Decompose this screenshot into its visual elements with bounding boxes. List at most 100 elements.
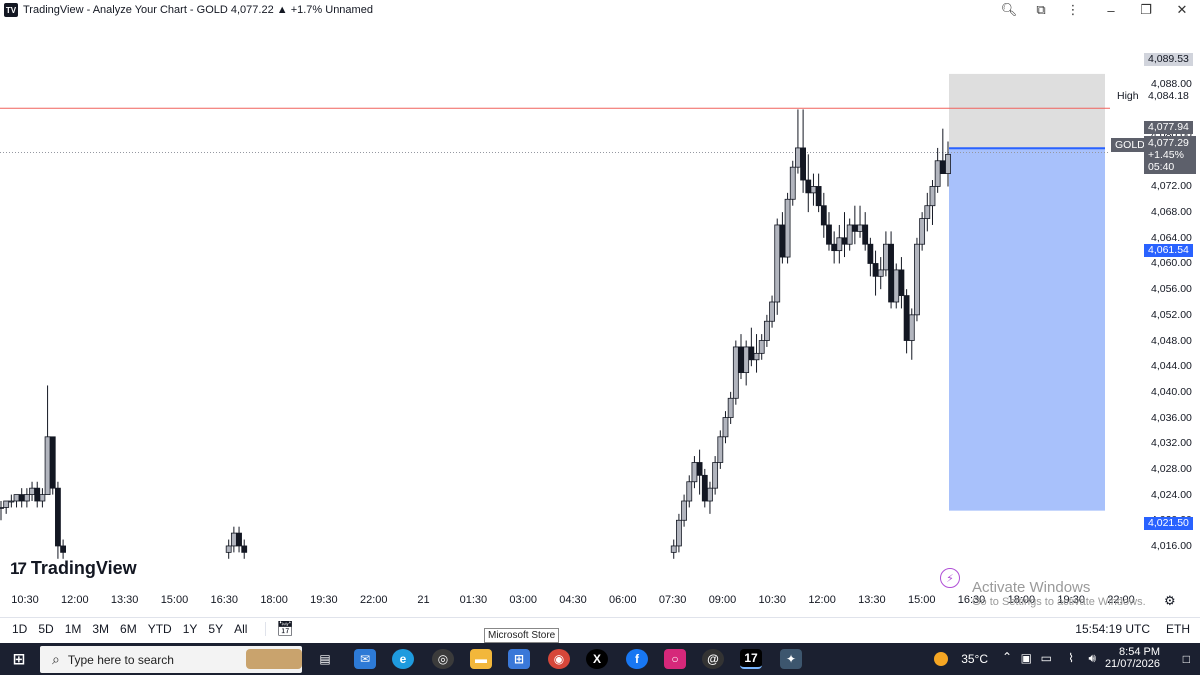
candle-body: [919, 218, 926, 245]
candle-body: [857, 224, 863, 232]
price-tick-label: 4,072.00: [1151, 180, 1192, 193]
maximize-button[interactable]: ❐: [1131, 0, 1161, 20]
date-range-icon[interactable]: 📅︎: [276, 620, 294, 637]
price-tick-label: 4,024.00: [1151, 488, 1192, 501]
activate-title: Activate Windows: [972, 579, 1091, 596]
range-button[interactable]: 5Y: [208, 622, 223, 636]
mail-icon[interactable]: ✉: [354, 649, 376, 669]
candle-body: [753, 352, 760, 361]
weather-temp[interactable]: 35°C: [961, 652, 988, 666]
candle-body: [774, 224, 781, 303]
range-button[interactable]: YTD: [148, 622, 172, 636]
wifi-icon[interactable]: ⌇: [1068, 651, 1074, 665]
current-price-tag: 4,077.29 +1.45% 05:40: [1144, 136, 1196, 174]
candle-body: [0, 507, 4, 509]
lightning-icon[interactable]: ⚡︎: [940, 568, 960, 588]
task-view-icon[interactable]: ▤: [314, 649, 336, 669]
candle-body: [758, 340, 765, 354]
candle-body: [49, 436, 56, 489]
time-tick-label: 22:00: [359, 594, 388, 606]
battery-icon[interactable]: ▭: [1041, 651, 1052, 665]
facebook-icon[interactable]: f: [626, 649, 648, 669]
search-highlight-image[interactable]: [246, 649, 302, 669]
watermark-text: TradingView: [30, 558, 137, 578]
edge-icon[interactable]: e: [392, 649, 414, 669]
threads-icon[interactable]: @: [702, 649, 724, 669]
time-tick-label: 10:30: [11, 594, 39, 606]
stop-price-tag: 4,077.94: [1144, 121, 1193, 134]
candle-body: [732, 346, 739, 399]
time-tick-label: 04:30: [559, 594, 587, 606]
x-twitter-icon[interactable]: X: [586, 649, 608, 669]
candle-body: [686, 481, 693, 502]
time-tick-label: 12:00: [808, 594, 836, 606]
candle-body: [805, 179, 812, 194]
candle-body: [681, 500, 687, 521]
chrome-icon[interactable]: ◉: [548, 649, 570, 669]
notification-icon[interactable]: □: [1183, 652, 1190, 666]
microsoft-store-icon[interactable]: ⊞: [508, 649, 530, 669]
chrome-profile-icon[interactable]: ◎: [432, 649, 454, 669]
taskbar-time: 8:54 PM: [1119, 646, 1160, 658]
candle-body: [225, 545, 232, 553]
target-price-tag: 4,021.50: [1144, 517, 1193, 530]
network-icon[interactable]: ▣: [1021, 651, 1032, 665]
more-menu-icon[interactable]: ⋮: [1058, 0, 1088, 20]
windows-start-icon[interactable]: ⊞: [8, 649, 30, 669]
settings-gear-icon[interactable]: ⚙: [1164, 593, 1180, 609]
toolbar-divider: [265, 621, 267, 636]
candle-body: [55, 487, 61, 547]
candle-body: [831, 243, 838, 252]
range-button[interactable]: 1D: [12, 622, 27, 636]
candle-body: [903, 295, 910, 341]
time-tick-label: 10:30: [758, 594, 787, 606]
candle-body: [934, 160, 941, 187]
candle-body: [44, 436, 51, 495]
candle-body: [815, 186, 822, 207]
instagram-icon[interactable]: ○: [664, 649, 686, 669]
search-icon: ⌕: [52, 651, 60, 667]
entry-price-tag: 4,061.54: [1144, 244, 1193, 257]
price-tick-label: 4,056.00: [1151, 283, 1192, 296]
currency-label[interactable]: ETH: [1166, 622, 1190, 636]
high-label: High: [1117, 90, 1139, 102]
candle-body: [945, 153, 951, 175]
extensions-icon[interactable]: ⧉: [1026, 0, 1056, 20]
price-chart[interactable]: [0, 22, 1110, 588]
candle-body: [748, 346, 755, 361]
range-button[interactable]: 6M: [120, 622, 137, 636]
range-button[interactable]: 1Y: [183, 622, 198, 636]
candle-body: [924, 205, 931, 219]
title-bar: TV TradingView - Analyze Your Chart - GO…: [0, 0, 1200, 20]
volume-icon[interactable]: 🔊︎: [1088, 651, 1096, 666]
utc-clock[interactable]: 15:54:19 UTC: [1075, 622, 1150, 636]
file-explorer-icon[interactable]: ▬: [470, 649, 492, 669]
range-button[interactable]: 1M: [65, 622, 82, 636]
taskbar-clock[interactable]: 8:54 PM 21/07/2026: [1105, 646, 1160, 670]
candle-body: [670, 545, 677, 553]
weather-icon[interactable]: [934, 652, 948, 666]
search-icon[interactable]: 🔍︎: [994, 0, 1024, 20]
candle-body: [841, 237, 848, 245]
app-icon[interactable]: ✦: [780, 649, 802, 669]
price-tick-label: 4,060.00: [1151, 257, 1192, 270]
chevron-up-icon[interactable]: ⌃: [1002, 650, 1012, 664]
range-button[interactable]: All: [234, 622, 247, 636]
minimize-button[interactable]: –: [1096, 0, 1126, 20]
candle-body: [789, 166, 796, 200]
candle-body: [883, 243, 889, 271]
close-button[interactable]: ✕: [1167, 0, 1197, 20]
time-tick-label: 15:00: [907, 594, 936, 606]
time-tick-label: 18:00: [260, 594, 288, 606]
activate-subtitle: Go to Settings to activate Windows.: [972, 596, 1146, 608]
tradingview-app-icon[interactable]: 17: [740, 649, 762, 669]
candle-body: [39, 494, 46, 502]
range-button[interactable]: 5D: [38, 622, 53, 636]
candle-body: [707, 487, 713, 502]
price-tick-label: 4,088.00: [1151, 77, 1192, 90]
tradingview-window: TV TradingView - Analyze Your Chart - GO…: [0, 0, 1200, 675]
range-selector: 1D 5D 1M 3M 6M YTD 1Y 5Y All: [0, 622, 247, 636]
candle-body: [18, 494, 25, 502]
price-axis[interactable]: [1110, 22, 1200, 588]
range-button[interactable]: 3M: [92, 622, 109, 636]
